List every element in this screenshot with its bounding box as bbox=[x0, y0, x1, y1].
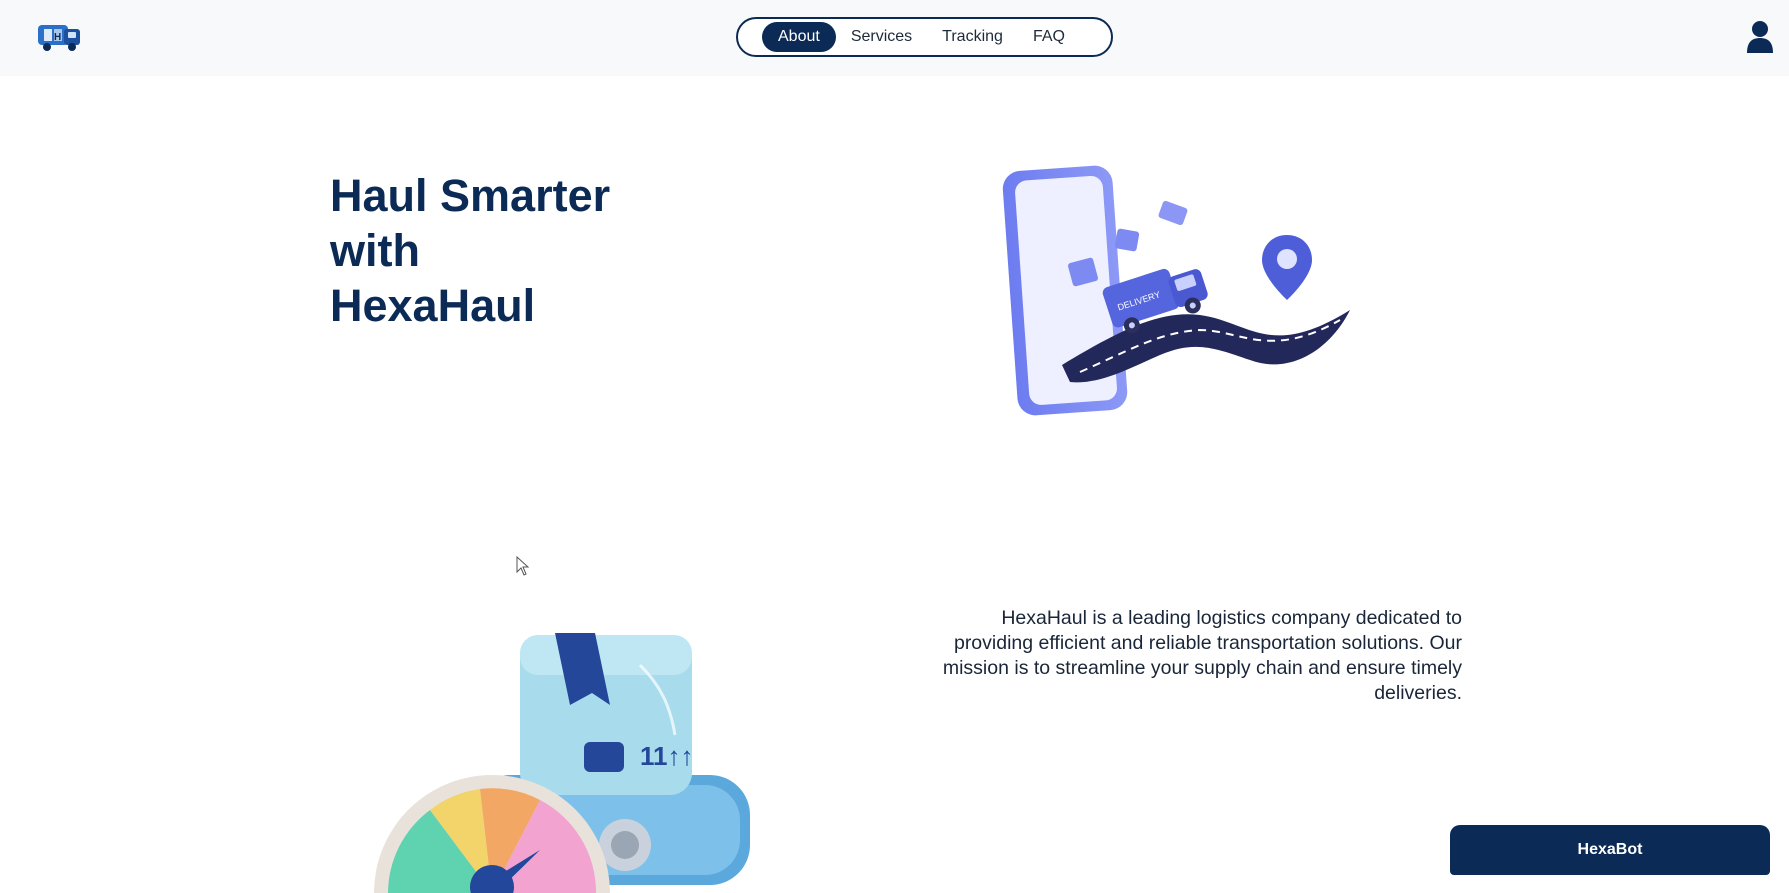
nav-about[interactable]: About bbox=[762, 22, 836, 52]
hexabot-chat-button[interactable]: HexaBot bbox=[1450, 825, 1770, 875]
header: H About Services Tracking FAQ bbox=[0, 0, 1789, 76]
nav-services[interactable]: Services bbox=[836, 23, 927, 51]
hero-title: Haul Smarter with HexaHaul bbox=[330, 168, 750, 333]
user-icon[interactable] bbox=[1746, 20, 1774, 54]
nav-tracking[interactable]: Tracking bbox=[927, 23, 1018, 51]
hero-title-line: Haul Smarter bbox=[330, 170, 611, 221]
svg-text:11↑↑: 11↑↑ bbox=[640, 741, 694, 771]
page: H About Services Tracking FAQ Haul Smart… bbox=[0, 0, 1789, 893]
hero-title-line: with bbox=[330, 225, 420, 276]
nav-faq[interactable]: FAQ bbox=[1018, 23, 1080, 51]
phone-delivery-illustration: DELIVERY bbox=[1002, 165, 1350, 416]
about-description: HexaHaul is a leading logistics company … bbox=[942, 607, 1462, 704]
main-nav: About Services Tracking FAQ bbox=[736, 17, 1113, 57]
package-speed-illustration: 11↑↑ bbox=[374, 633, 750, 893]
svg-text:H: H bbox=[54, 32, 61, 43]
mouse-cursor-icon bbox=[516, 556, 530, 576]
truck-logo-icon[interactable]: H bbox=[34, 16, 86, 56]
hero-title-line: HexaHaul bbox=[330, 280, 536, 331]
